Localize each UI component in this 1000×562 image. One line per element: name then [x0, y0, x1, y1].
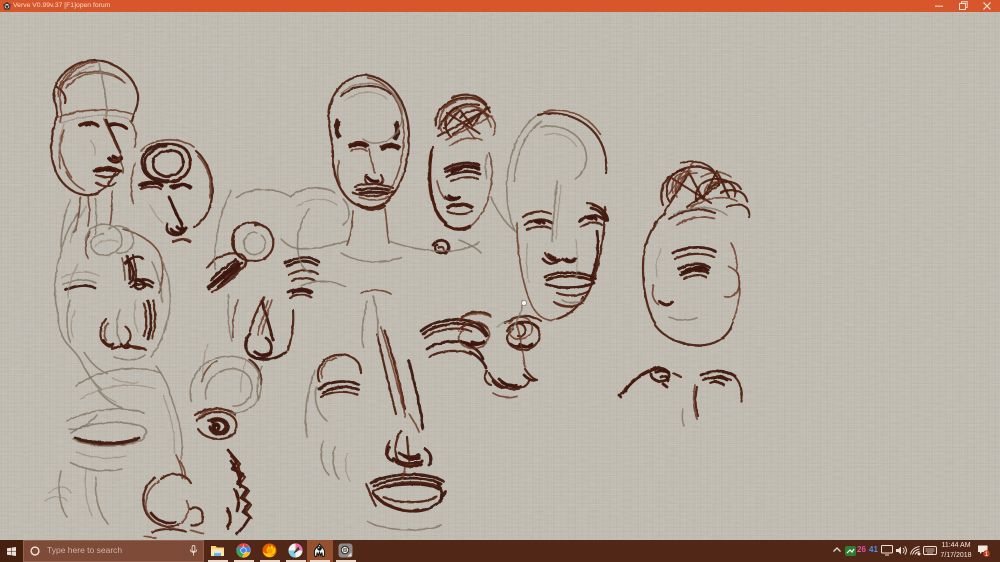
- svg-text:1: 1: [985, 551, 989, 557]
